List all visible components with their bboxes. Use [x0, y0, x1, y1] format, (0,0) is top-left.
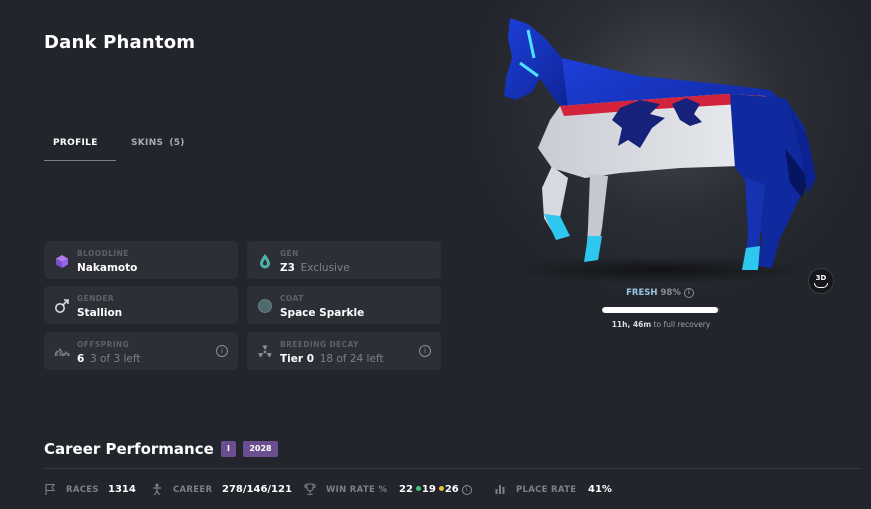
rider-icon	[153, 483, 161, 495]
male-icon	[55, 299, 69, 313]
breeding-decay-label: BREEDING DECAY	[280, 340, 359, 349]
offspring-sub: 3 of 3 left	[89, 353, 141, 365]
career-value: 278/146/121	[222, 484, 292, 495]
breeding-decay-value-wrap: Tier 0 18 of 24 left	[280, 353, 384, 365]
fresh-info-icon[interactable]: i	[683, 288, 694, 298]
bloodline-card: BLOODLINE Nakamoto	[44, 241, 238, 279]
gender-value: Stallion	[77, 307, 123, 319]
career-label: CAREER	[173, 485, 213, 495]
yellow-dot-icon	[438, 486, 444, 491]
races-value: 1314	[108, 484, 136, 495]
gen-label: GEN	[280, 249, 299, 258]
tab-profile-label: PROFILE	[53, 138, 98, 148]
radiation-icon	[258, 345, 272, 358]
view-3d-button[interactable]: 3D	[808, 268, 834, 294]
tab-skins-label: SKINS	[131, 138, 164, 148]
tab-profile[interactable]: PROFILE	[44, 138, 116, 161]
win-rate-info-icon[interactable]: i	[461, 485, 472, 495]
recovery-text: 11h, 46m to full recovery	[590, 320, 732, 329]
offspring-icon	[54, 347, 70, 357]
offspring-label: OFFSPRING	[77, 340, 130, 349]
coat-swatch-icon	[258, 299, 272, 313]
gen-value-wrap: Z3 Exclusive	[280, 262, 350, 274]
bar-chart-icon	[495, 485, 505, 494]
tab-skins[interactable]: SKINS (5)	[131, 138, 185, 148]
horse-name: Dank Phantom	[44, 32, 196, 53]
fresh-status: FRESH 98% i	[600, 288, 720, 298]
green-dot-icon	[415, 486, 421, 491]
view-3d-label: 3D	[815, 274, 827, 282]
gen-card: GEN Z3 Exclusive	[247, 241, 441, 279]
bloodline-cube-icon	[56, 255, 68, 268]
offspring-card: OFFSPRING 6 3 of 3 left i	[44, 332, 238, 370]
coat-label: COAT	[280, 294, 304, 303]
gender-label: GENDER	[77, 294, 115, 303]
breeding-decay-info-icon[interactable]: i	[419, 345, 431, 357]
coat-value: Space Sparkle	[280, 307, 365, 319]
win-rate-label: WIN RATE %	[326, 485, 388, 495]
horse-image	[504, 18, 816, 284]
flag-icon	[45, 483, 56, 495]
coat-card: COAT Space Sparkle	[247, 286, 441, 324]
drop-icon	[260, 254, 270, 269]
gen-sub: Exclusive	[300, 262, 350, 274]
energy-bar	[602, 307, 720, 313]
career-year-badge[interactable]: 2028	[243, 441, 278, 457]
breeding-decay-card: BREEDING DECAY Tier 0 18 of 24 left i	[247, 332, 441, 370]
tab-skins-count: (5)	[169, 138, 185, 148]
win-rate-value: 22	[399, 484, 413, 495]
energy-bar-fill	[602, 307, 718, 313]
win-rate-tertiary: 26	[444, 484, 459, 495]
trophy-icon	[304, 483, 316, 495]
place-rate-value: 41%	[588, 484, 612, 495]
offspring-info-icon[interactable]: i	[216, 345, 228, 357]
bloodline-label: BLOODLINE	[77, 249, 129, 258]
fresh-percent: 98%	[660, 288, 681, 298]
career-divider	[44, 468, 862, 469]
rotate-icon	[814, 283, 828, 288]
recovery-suffix: to full recovery	[653, 320, 711, 329]
fresh-label: FRESH	[626, 288, 658, 298]
recovery-time: 11h, 46m	[611, 320, 652, 329]
career-class-badge[interactable]: I	[221, 441, 236, 457]
win-rate-values: 22 19 26 i	[399, 484, 472, 495]
races-label: RACES	[66, 485, 99, 495]
bloodline-value: Nakamoto	[77, 262, 138, 274]
breeding-decay-sub: 18 of 24 left	[319, 353, 384, 365]
win-rate-secondary: 19	[421, 484, 436, 495]
offspring-value-wrap: 6 3 of 3 left	[77, 353, 140, 365]
offspring-value: 6	[77, 353, 85, 365]
gender-card: GENDER Stallion	[44, 286, 238, 324]
career-title: Career Performance	[44, 440, 214, 458]
gen-value: Z3	[280, 262, 295, 274]
breeding-decay-value: Tier 0	[280, 353, 315, 365]
place-rate-label: PLACE RATE	[516, 485, 577, 495]
